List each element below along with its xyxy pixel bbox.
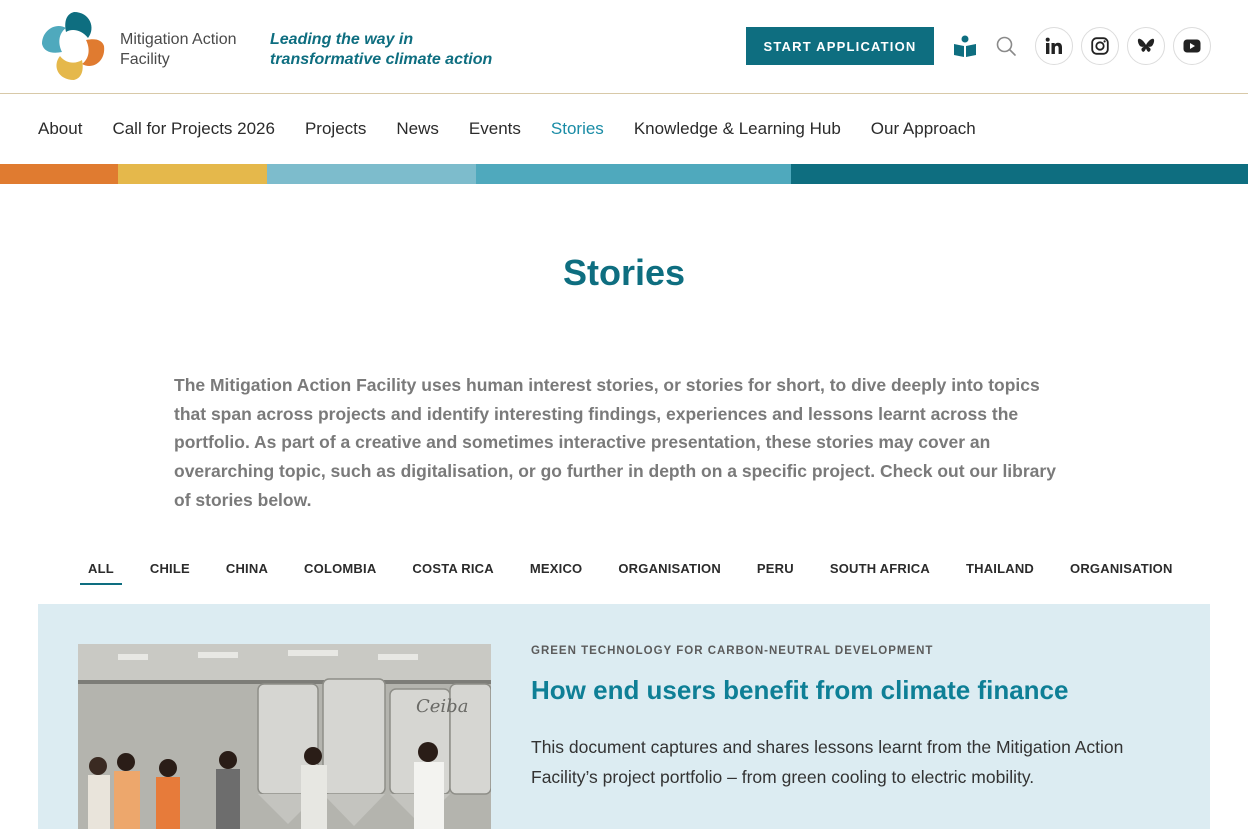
color-stripe	[267, 164, 476, 184]
main-nav: About Call for Projects 2026 Projects Ne…	[38, 110, 1006, 150]
filter-tab-peru[interactable]: PERU	[749, 553, 802, 585]
filter-tab-chile[interactable]: CHILE	[142, 553, 198, 585]
color-stripe	[791, 164, 1248, 184]
story-filter-tabs: ALL CHILE CHINA COLOMBIA COSTA RICA MEXI…	[80, 553, 1201, 585]
tagline-line2: transformative climate action	[270, 51, 493, 68]
page-title: Stories	[562, 252, 686, 293]
color-stripe	[476, 164, 791, 184]
filter-tab-all[interactable]: ALL	[80, 553, 122, 585]
nav-item-call-for-projects[interactable]: Call for Projects 2026	[112, 110, 275, 150]
nav-item-stories[interactable]: Stories	[551, 110, 604, 150]
filter-tab-organisation[interactable]: ORGANISATION	[610, 553, 729, 585]
story-kicker: GREEN TECHNOLOGY FOR CARBON-NEUTRAL DEVE…	[531, 645, 934, 657]
mitigation-action-facility-logo[interactable]	[38, 8, 110, 84]
linkedin-button[interactable]	[1035, 27, 1073, 65]
site-header: Mitigation Action Facility Leading the w…	[0, 0, 1248, 94]
tank-logo-text: Ceiba	[416, 696, 468, 717]
filter-tab-colombia[interactable]: COLOMBIA	[296, 553, 384, 585]
story-description: This document captures and shares lesson…	[531, 737, 1124, 787]
color-stripe	[118, 164, 267, 184]
start-application-button[interactable]: START APPLICATION	[746, 27, 934, 65]
filter-tab-china[interactable]: CHINA	[218, 553, 276, 585]
story-title[interactable]: How end users benefit from climate finan…	[531, 675, 1068, 706]
bluesky-icon	[1137, 38, 1155, 52]
instagram-button[interactable]	[1081, 27, 1119, 65]
decorative-color-bar	[0, 164, 1248, 184]
nav-item-events[interactable]: Events	[469, 110, 521, 150]
search-icon[interactable]	[995, 35, 1017, 57]
filter-tab-organisation-2[interactable]: ORGANISATION	[1062, 553, 1181, 585]
nav-item-news[interactable]: News	[396, 110, 439, 150]
nav-item-about[interactable]: About	[38, 110, 82, 150]
logo-text: Mitigation Action Facility	[120, 30, 237, 70]
linkedin-icon	[1045, 37, 1062, 54]
tagline-line1: Leading the way in	[270, 31, 414, 48]
book-reader-icon[interactable]	[952, 33, 978, 59]
instagram-icon	[1091, 37, 1109, 55]
youtube-icon	[1183, 39, 1201, 53]
logo-text-line1: Mitigation Action	[120, 31, 237, 48]
page-intro: The Mitigation Action Facility uses huma…	[174, 375, 1056, 510]
filter-tab-mexico[interactable]: MEXICO	[522, 553, 590, 585]
filter-tab-costa-rica[interactable]: COSTA RICA	[404, 553, 501, 585]
tagline: Leading the way in transformative climat…	[270, 30, 492, 70]
featured-story-card[interactable]: Ceiba GREEN TECHNOLOGY FOR CARBON-NEUTRA…	[38, 604, 1210, 829]
nav-item-projects[interactable]: Projects	[305, 110, 366, 150]
filter-tab-thailand[interactable]: THAILAND	[958, 553, 1042, 585]
nav-item-knowledge-hub[interactable]: Knowledge & Learning Hub	[634, 110, 841, 150]
nav-item-our-approach[interactable]: Our Approach	[871, 110, 976, 150]
color-stripe	[0, 164, 118, 184]
youtube-button[interactable]	[1173, 27, 1211, 65]
story-image[interactable]: Ceiba	[78, 644, 491, 829]
filter-tab-south-africa[interactable]: SOUTH AFRICA	[822, 553, 938, 585]
bluesky-button[interactable]	[1127, 27, 1165, 65]
logo-text-line2: Facility	[120, 51, 170, 68]
